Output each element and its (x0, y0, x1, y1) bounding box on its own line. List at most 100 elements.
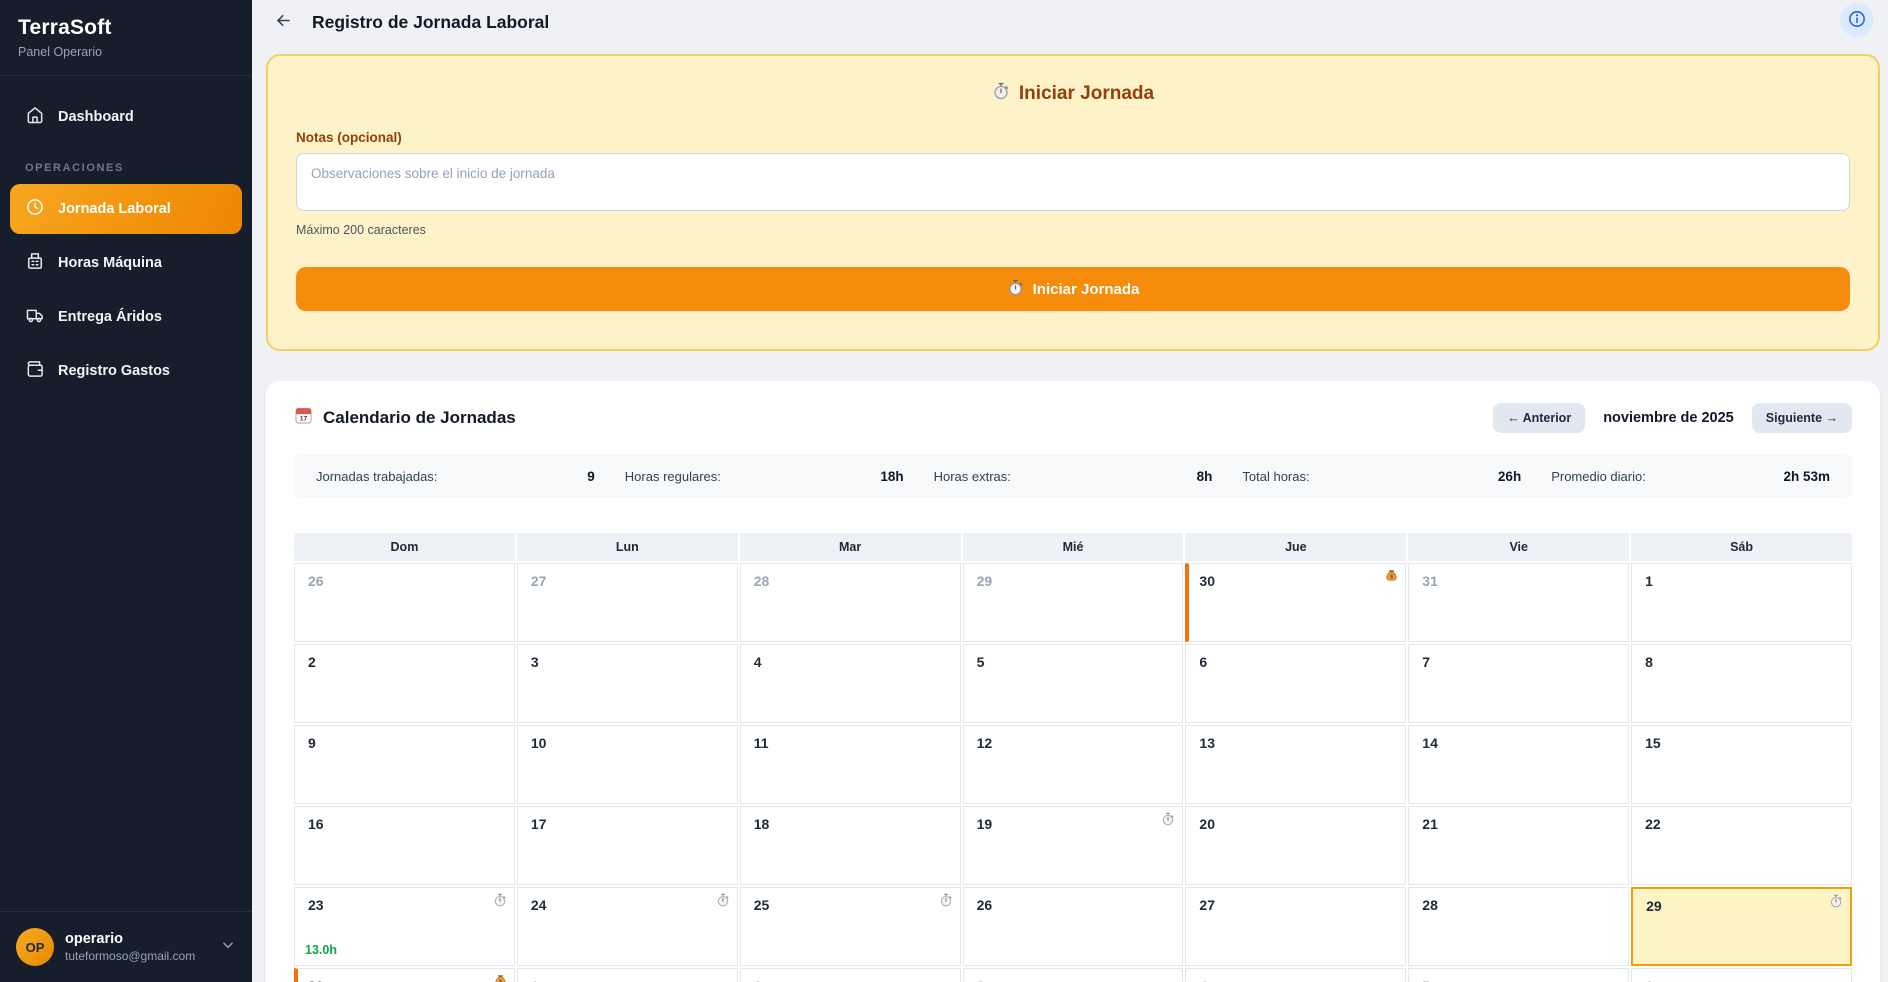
day-number: 28 (753, 573, 770, 589)
day-number: 18 (753, 816, 770, 832)
sidebar-item-dashboard[interactable]: Dashboard (10, 92, 242, 142)
calendar-day-cell[interactable]: 2 (294, 644, 515, 723)
user-menu[interactable]: OP operario tuteformoso@gmail.com (0, 911, 252, 982)
day-number: 21 (1422, 816, 1438, 832)
day-number: 30 (308, 978, 324, 982)
calendar-day-cell[interactable]: 17 (516, 806, 738, 885)
calendar-card: 17 Calendario de Jornadas ← Anterior nov… (266, 381, 1880, 982)
sidebar-item-entrega-aridos[interactable]: Entrega Áridos (10, 292, 242, 342)
calendar-weekday: Jue (1185, 533, 1407, 561)
calendar-day-cell[interactable]: 15 (1631, 725, 1852, 804)
calendar-controls: ← Anterior noviembre de 2025 Siguiente → (1493, 403, 1852, 433)
calendar-day-cell[interactable]: 25 (739, 887, 961, 966)
day-number: 22 (1645, 816, 1661, 832)
chevron-down-icon (220, 937, 236, 958)
calendar-day-cell[interactable]: 5 (1408, 968, 1630, 982)
calendar-stat: Total horas: 26h (1242, 469, 1521, 484)
calendar-day-cell[interactable]: 4 (1185, 968, 1407, 982)
calendar-day-cell[interactable]: 30 $ (294, 968, 515, 982)
day-number: 6 (1199, 654, 1208, 670)
calendar-day-cell[interactable]: 26 (962, 887, 1184, 966)
calendar-day-cell[interactable]: 27 (1185, 887, 1407, 966)
calendar-day-cell[interactable]: 2 (739, 968, 961, 982)
home-icon (25, 105, 45, 129)
start-jornada-button[interactable]: Iniciar Jornada (296, 267, 1850, 311)
day-number: 12 (976, 735, 993, 751)
calendar-stats-bar: Jornadas trabajadas: 9 Horas regulares: 18h… (294, 453, 1852, 499)
calendar-weekday-row: Dom Lun Mar Mié Jue Vie Sáb (294, 533, 1852, 561)
calendar-day-cell[interactable]: 8 (1631, 644, 1852, 723)
calendar-day-cell[interactable]: 26 (294, 563, 515, 642)
calendar-day-cell[interactable]: 12 (962, 725, 1184, 804)
calendar-day-cell[interactable]: 29 (1631, 887, 1852, 966)
calendar-day-cell[interactable]: 23 13.0h (294, 887, 515, 966)
day-number: 2 (754, 978, 762, 982)
stat-value: 8h (1196, 468, 1213, 484)
info-icon (1847, 9, 1867, 32)
sidebar-item-horas-maquina[interactable]: Horas Máquina (10, 238, 242, 288)
calendar-day-cell[interactable]: 4 (739, 644, 961, 723)
calendar-title: 17 Calendario de Jornadas (294, 406, 516, 430)
calendar-day-cell[interactable]: 16 (294, 806, 515, 885)
money-bag-icon: $ (494, 974, 507, 982)
calendar-day-cell[interactable]: 10 (516, 725, 738, 804)
calendar-weekday: Sáb (1631, 533, 1852, 561)
day-number: 1 (1645, 573, 1653, 589)
notes-input[interactable] (296, 153, 1850, 211)
logo-block: TerraSoft Panel Operario (0, 0, 252, 76)
svg-text:$: $ (1390, 574, 1393, 580)
sidebar-item-label: Entrega Áridos (58, 309, 162, 325)
calendar-day-cell[interactable]: 5 (962, 644, 1184, 723)
stopwatch-icon (1161, 812, 1175, 826)
calendar-day-cell[interactable]: 6 (1185, 644, 1407, 723)
stat-label: Horas extras: (933, 468, 1011, 484)
calendar-day-cell[interactable]: 21 (1408, 806, 1630, 885)
user-info: operario tuteformoso@gmail.com (65, 931, 195, 963)
previous-month-button[interactable]: ← Anterior (1493, 403, 1586, 433)
calendar-day-cell[interactable]: 18 (739, 806, 961, 885)
arrow-left-icon (274, 11, 293, 33)
calendar-day-cell[interactable]: 27 (516, 563, 738, 642)
back-button[interactable] (266, 5, 300, 39)
calendar-day-cell[interactable]: 29 (962, 563, 1184, 642)
calendar-day-cell[interactable]: 22 (1631, 806, 1852, 885)
stopwatch-icon (716, 893, 730, 907)
notes-label: Notas (opcional) (296, 130, 402, 145)
calendar-day-cell[interactable]: 1 (516, 968, 738, 982)
sidebar: TerraSoft Panel Operario Dashboard OPERA… (0, 0, 252, 982)
calendar-day-cell[interactable]: 30 $ (1185, 563, 1407, 642)
calendar-day-cell[interactable]: 31 (1408, 563, 1630, 642)
sidebar-item-jornada-laboral[interactable]: Jornada Laboral (10, 184, 242, 234)
calendar-day-cell[interactable]: 6 (1631, 968, 1852, 982)
day-number: 6 (1645, 978, 1653, 982)
day-number: 24 (530, 897, 547, 913)
calendar-weekday: Mié (962, 533, 1184, 561)
calendar-day-cell[interactable]: 9 (294, 725, 515, 804)
calendar-day-cell[interactable]: 28 (1408, 887, 1630, 966)
day-number: 5 (1422, 978, 1430, 982)
clock-icon (25, 197, 45, 221)
day-number: 23 (308, 897, 324, 913)
calendar-day-cell[interactable]: 3 (962, 968, 1184, 982)
calendar-day-cell[interactable]: 24 (516, 887, 738, 966)
calendar-day-cell[interactable]: 11 (739, 725, 961, 804)
day-number: 27 (1199, 897, 1215, 913)
calendar-day-cell[interactable]: 1 (1631, 563, 1852, 642)
day-number: 17 (530, 816, 547, 832)
day-number: 26 (976, 897, 993, 913)
calendar-day-cell[interactable]: 3 (516, 644, 738, 723)
calendar-day-cell[interactable]: 19 (962, 806, 1184, 885)
day-number: 26 (308, 573, 324, 589)
day-number: 3 (977, 978, 985, 982)
sidebar-item-registro-gastos[interactable]: Registro Gastos (10, 346, 242, 396)
calendar-day-cell[interactable]: 28 (739, 563, 961, 642)
app-subtitle: Panel Operario (18, 45, 103, 59)
avatar: OP (16, 928, 54, 966)
info-button[interactable] (1840, 3, 1874, 37)
calendar-day-cell[interactable]: 14 (1408, 725, 1630, 804)
calendar-day-cell[interactable]: 13 (1185, 725, 1407, 804)
calendar-day-cell[interactable]: 20 (1185, 806, 1407, 885)
calendar-day-cell[interactable]: 7 (1408, 644, 1630, 723)
wallet-icon (25, 359, 45, 383)
next-month-button[interactable]: Siguiente → (1751, 403, 1852, 433)
